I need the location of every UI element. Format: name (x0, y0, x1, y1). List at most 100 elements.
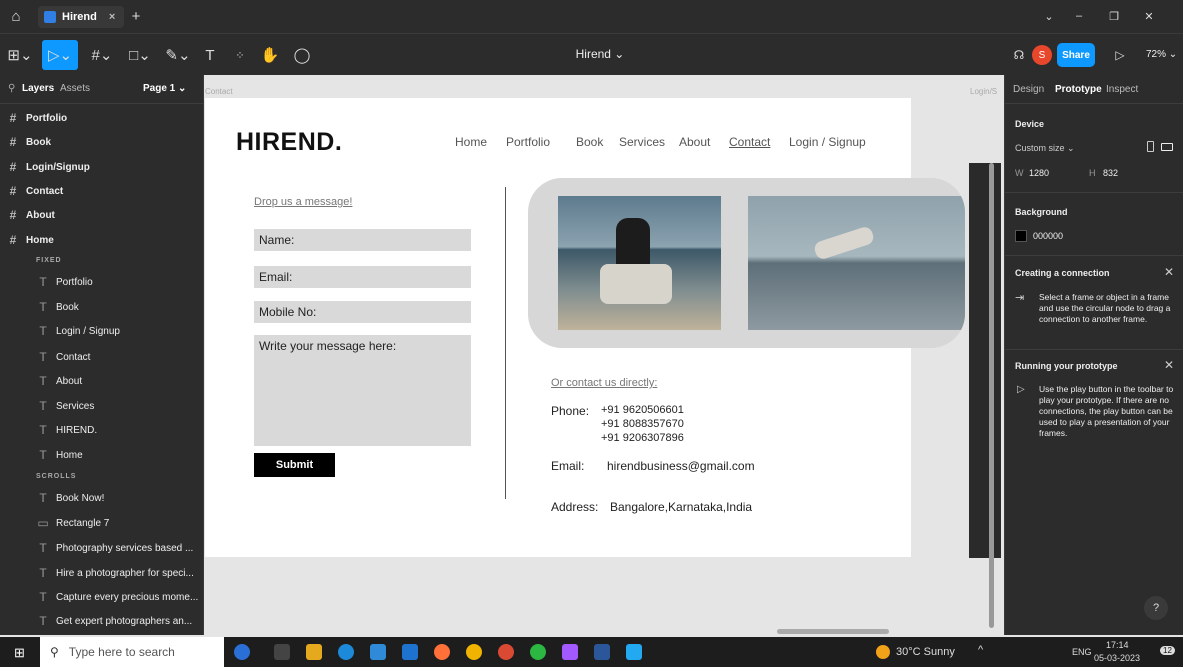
mail-icon[interactable] (402, 644, 418, 660)
taskbar-search[interactable]: ⚲ Type here to search (40, 637, 224, 667)
layer-text-about[interactable]: T About (0, 369, 204, 393)
layer-text-expert[interactable]: T Get expert photographers an... (0, 609, 204, 633)
layer-text-book[interactable]: T Book (0, 295, 204, 319)
chrome-profile-icon[interactable] (498, 644, 514, 660)
edge-icon[interactable] (338, 644, 354, 660)
frame-tool-icon[interactable]: #⌄ (86, 45, 118, 65)
pen-tool-icon[interactable]: ✎⌄ (162, 45, 194, 65)
figma-icon[interactable] (562, 644, 578, 660)
chrome-icon[interactable] (466, 644, 482, 660)
login-frame-preview[interactable] (969, 163, 1001, 558)
home-icon[interactable]: ⌂ (8, 8, 24, 25)
text-tool-icon[interactable]: T (200, 45, 220, 65)
layer-text-services[interactable]: T Services (0, 394, 204, 418)
submit-button[interactable]: Submit (254, 453, 335, 477)
store-icon[interactable] (370, 644, 386, 660)
word-icon[interactable] (594, 644, 610, 660)
notification-badge[interactable]: 12 (1160, 646, 1175, 655)
layer-text-home[interactable]: T Home (0, 443, 204, 467)
layer-frame-login[interactable]: # Login/Signup (0, 155, 190, 179)
close-icon[interactable]: ✕ (1164, 358, 1174, 372)
zoom-level[interactable]: 72% ⌄ (1146, 49, 1177, 60)
clock-time[interactable]: 17:14 (1106, 640, 1129, 650)
comment-tool-icon[interactable]: ◯ (292, 45, 312, 65)
tab-assets[interactable]: Assets (60, 83, 90, 94)
height-value[interactable]: 832 (1103, 168, 1118, 178)
vertical-scrollbar[interactable] (989, 163, 994, 628)
dropdown-icon[interactable]: ⌄ (1040, 8, 1058, 24)
new-tab-button[interactable]: + (128, 8, 144, 25)
close-window-button[interactable]: ✕ (1140, 8, 1158, 24)
nav-home[interactable]: Home (455, 135, 487, 149)
nav-contact[interactable]: Contact (729, 135, 770, 149)
hand-tool-icon[interactable]: ✋ (260, 45, 280, 65)
help-button[interactable]: ? (1144, 596, 1168, 620)
email-field[interactable]: Email: (254, 266, 471, 288)
message-field[interactable]: Write your message here: (254, 335, 471, 446)
close-tab-icon[interactable]: × (109, 11, 115, 23)
move-tool-icon[interactable]: ▷⌄ (42, 40, 78, 70)
layer-text-hire[interactable]: T Hire a photographer for speci... (0, 561, 204, 585)
device-select[interactable]: Custom size ⌄ (1015, 143, 1075, 154)
whatsapp-icon[interactable] (530, 644, 546, 660)
contact-frame[interactable]: HIREND. Home Portfolio Book Services Abo… (205, 98, 965, 557)
layer-text-book-now[interactable]: T Book Now! (0, 486, 204, 510)
vscode-icon[interactable] (626, 644, 642, 660)
nav-portfolio[interactable]: Portfolio (506, 135, 550, 149)
minimize-button[interactable]: – (1070, 8, 1088, 24)
nav-services[interactable]: Services (619, 135, 665, 149)
background-value[interactable]: 000000 (1033, 231, 1063, 241)
resources-icon[interactable]: ⁘ (230, 45, 250, 65)
tab-design[interactable]: Design (1013, 84, 1044, 95)
present-icon[interactable]: ▷ (1112, 45, 1128, 65)
layer-frame-home[interactable]: # Home (0, 228, 190, 252)
width-value[interactable]: 1280 (1029, 168, 1049, 178)
share-button[interactable]: Share (1057, 43, 1095, 67)
restore-button[interactable]: ❐ (1105, 8, 1123, 24)
windows-start-icon[interactable]: ⊞ (14, 645, 25, 661)
layer-text-contact[interactable]: T Contact (0, 345, 204, 369)
layer-frame-about[interactable]: # About (0, 203, 190, 227)
layer-text-capture[interactable]: T Capture every precious mome... (0, 585, 204, 609)
frame-label-login[interactable]: Login/S (970, 87, 997, 96)
layer-text-portfolio[interactable]: T Portfolio (0, 270, 204, 294)
audio-icon[interactable]: ☊ (1010, 45, 1028, 65)
layer-text-hirend[interactable]: T HIREND. (0, 418, 204, 442)
search-icon[interactable]: ⚲ (8, 83, 15, 94)
layer-text-login[interactable]: T Login / Signup (0, 319, 204, 343)
background-swatch[interactable] (1015, 230, 1027, 242)
layer-rectangle-7[interactable]: ▭ Rectangle 7 (0, 511, 204, 535)
main-menu-icon[interactable]: ⊞⌄ (4, 45, 36, 65)
chevron-up-icon[interactable]: ^ (978, 644, 983, 656)
language-indicator[interactable]: ENG (1072, 647, 1092, 657)
tab-layers[interactable]: Layers (22, 83, 54, 94)
frame-label-contact[interactable]: Contact (205, 87, 233, 96)
layer-frame-portfolio[interactable]: # Portfolio (0, 106, 190, 130)
tab-prototype[interactable]: Prototype (1055, 84, 1102, 95)
layer-frame-book[interactable]: # Book (0, 130, 190, 154)
close-icon[interactable]: ✕ (1164, 265, 1174, 279)
nav-login-signup[interactable]: Login / Signup (789, 135, 866, 149)
design-canvas[interactable]: Contact Login/S HIREND. Home Portfolio B… (205, 75, 1004, 635)
landscape-icon[interactable] (1161, 143, 1173, 151)
name-field[interactable]: Name: (254, 229, 471, 251)
shape-tool-icon[interactable]: □⌄ (124, 45, 156, 65)
page-selector[interactable]: Page 1 ⌄ (143, 83, 186, 94)
avatar[interactable]: S (1032, 45, 1052, 65)
nav-book[interactable]: Book (576, 135, 603, 149)
weather-icon[interactable] (876, 645, 890, 659)
clock-date[interactable]: 05-03-2023 (1094, 653, 1140, 663)
bing-icon[interactable] (234, 644, 250, 660)
task-view-icon[interactable] (274, 644, 290, 660)
layer-text-photography[interactable]: T Photography services based ... (0, 536, 204, 560)
tab-hirend[interactable]: Hirend × (38, 6, 124, 28)
tab-inspect[interactable]: Inspect (1106, 84, 1138, 95)
firefox-icon[interactable] (434, 644, 450, 660)
nav-about[interactable]: About (679, 135, 710, 149)
file-explorer-icon[interactable] (306, 644, 322, 660)
mobile-field[interactable]: Mobile No: (254, 301, 471, 323)
portrait-icon[interactable] (1147, 141, 1154, 152)
file-title[interactable]: Hirend ⌄ (560, 47, 640, 61)
weather-text[interactable]: 30°C Sunny (896, 646, 955, 658)
horizontal-scrollbar[interactable] (777, 629, 889, 634)
